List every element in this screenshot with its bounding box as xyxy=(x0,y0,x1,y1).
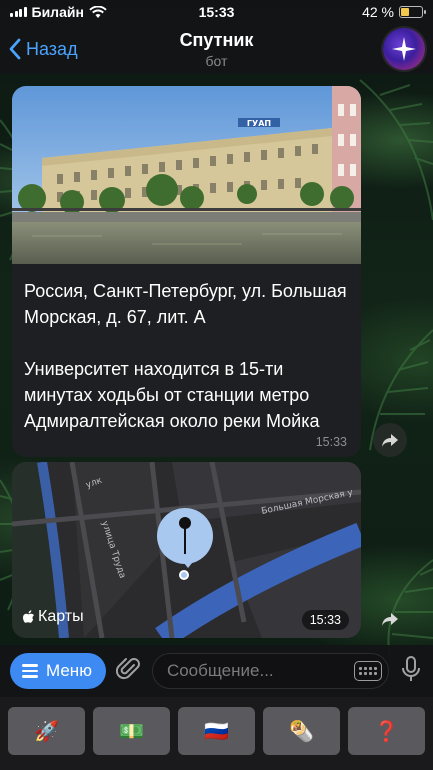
map-preview[interactable]: Большая Морская у улица Труда улк Карты … xyxy=(12,462,361,638)
university-photo[interactable]: ГУАП xyxy=(12,86,361,264)
location-dot xyxy=(179,570,189,580)
hamburger-icon xyxy=(22,664,38,678)
bot-avatar[interactable] xyxy=(383,28,425,70)
share-arrow-icon xyxy=(382,613,398,626)
chat-header: Назад Спутник бот xyxy=(0,24,433,74)
message-text: Россия, Санкт-Петербург, ул. Большая Мор… xyxy=(24,281,347,431)
building-sign: ГУАП xyxy=(247,119,271,128)
location-bubble[interactable]: Большая Морская у улица Труда улк Карты … xyxy=(12,462,361,638)
back-label: Назад xyxy=(26,38,78,59)
location-pin-icon xyxy=(157,508,213,564)
maps-label: Карты xyxy=(38,608,84,625)
paperclip-icon xyxy=(115,657,140,679)
microphone-icon xyxy=(402,655,420,681)
message-time: 15:33 xyxy=(315,435,347,449)
message-bubble[interactable]: ГУАП Россия, Санкт-Петербург, ул. Больша… xyxy=(12,86,361,457)
menu-label: Меню xyxy=(46,661,92,680)
share-arrow-icon xyxy=(382,434,398,447)
composer: Меню Сообщение... xyxy=(0,645,433,697)
message-time: 15:33 xyxy=(301,610,349,630)
maps-brand: Карты xyxy=(22,608,84,626)
sparkle-icon xyxy=(392,37,416,61)
apple-logo-icon xyxy=(23,609,34,623)
microphone-button[interactable] xyxy=(399,655,423,688)
keyboard-toggle-icon[interactable] xyxy=(354,661,382,681)
chevron-left-icon xyxy=(9,38,21,60)
clock: 15:33 xyxy=(198,4,235,20)
battery-icon xyxy=(399,6,426,18)
menu-button[interactable]: Меню xyxy=(10,653,106,689)
bot-keyboard: 🚀 💵 🇷🇺 🌯 ❓ xyxy=(0,697,433,770)
forward-button[interactable] xyxy=(373,423,407,457)
money-button[interactable]: 💵 xyxy=(93,707,170,755)
rocket-button[interactable]: 🚀 xyxy=(8,707,85,755)
status-bar: Билайн 15:33 42 % xyxy=(0,0,433,24)
back-button[interactable]: Назад xyxy=(0,38,78,60)
russia-flag-button[interactable]: 🇷🇺 xyxy=(178,707,255,755)
burrito-button[interactable]: 🌯 xyxy=(263,707,340,755)
message-input[interactable]: Сообщение... xyxy=(151,653,389,689)
question-button[interactable]: ❓ xyxy=(348,707,425,755)
attach-button[interactable] xyxy=(115,656,142,687)
message-placeholder: Сообщение... xyxy=(166,661,274,680)
forward-button[interactable] xyxy=(373,602,407,636)
